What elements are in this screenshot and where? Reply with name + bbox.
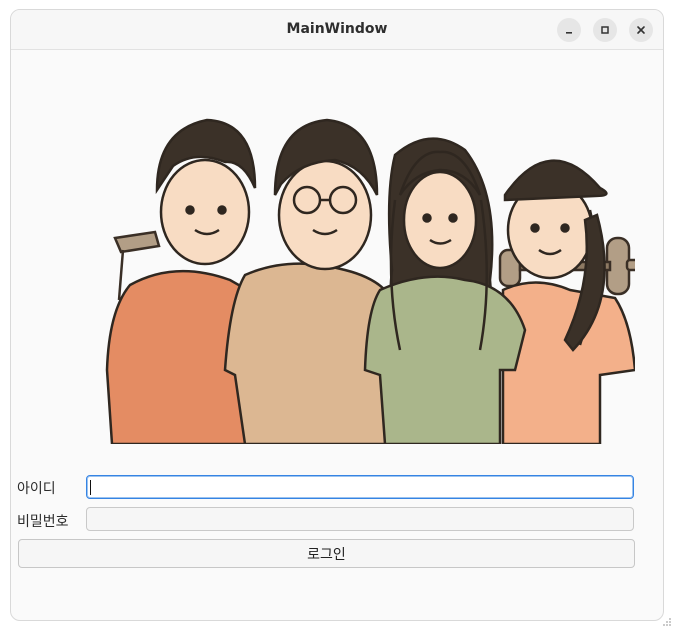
login-button[interactable]: 로그인 xyxy=(18,539,635,568)
people-illustration xyxy=(105,118,635,444)
maximize-button[interactable] xyxy=(593,18,617,42)
password-label: 비밀번호 xyxy=(17,514,69,530)
minimize-icon xyxy=(566,32,572,34)
minimize-button[interactable] xyxy=(557,18,581,42)
id-input[interactable] xyxy=(86,475,634,499)
text-caret xyxy=(90,480,91,495)
close-icon xyxy=(637,26,645,34)
person-4 xyxy=(501,159,635,444)
password-input[interactable] xyxy=(86,507,634,531)
maximize-icon xyxy=(601,26,609,34)
person-3 xyxy=(363,137,527,444)
resize-grip-icon[interactable] xyxy=(662,617,672,627)
id-label: 아이디 xyxy=(17,481,56,497)
title-bar[interactable]: MainWindow xyxy=(11,10,663,50)
close-button[interactable] xyxy=(629,18,653,42)
